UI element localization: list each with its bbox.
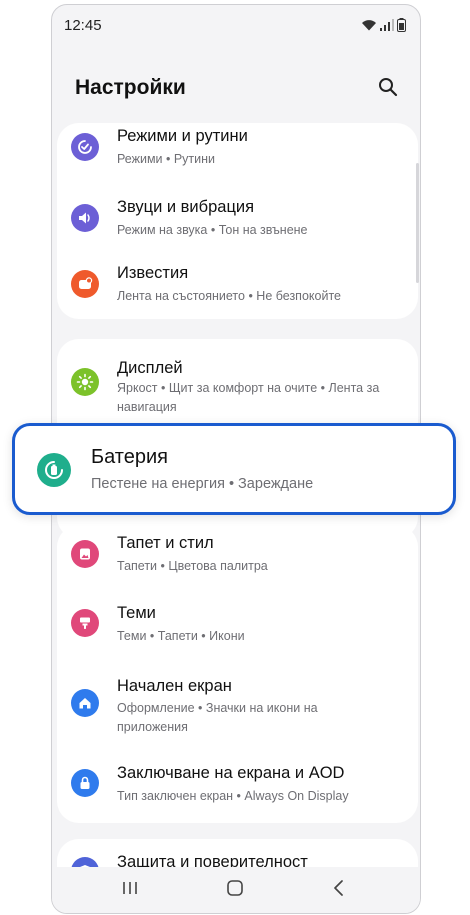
wifi-icon [361, 19, 377, 31]
settings-item-title: Заключване на екрана и AOD [117, 764, 345, 782]
settings-item-title: Звуци и вибрация [117, 198, 255, 216]
recent-apps-button[interactable] [115, 878, 145, 902]
settings-item-subtitle: Пестене на енергия • Зареждане [91, 476, 314, 492]
settings-item-subtitle: Тапети • Цветова палитра [117, 559, 268, 573]
home-button[interactable] [220, 878, 250, 902]
settings-item-title: Начален екран [117, 677, 232, 695]
battery-icon [37, 453, 71, 487]
back-icon [332, 879, 346, 902]
signal-icon [380, 19, 394, 31]
home-screen-icon [71, 689, 99, 717]
notifications-icon [71, 270, 99, 298]
settings-item-title: Дисплей [117, 359, 183, 377]
wallpaper-icon [71, 540, 99, 568]
settings-item-subtitle: Режими • Рутини [117, 152, 216, 166]
search-button[interactable] [374, 75, 402, 103]
settings-item-lock-screen[interactable]: Заключване на екрана и AOD Тип заключен … [57, 749, 418, 823]
settings-item-subtitle: Режим на звука • Тон на звънене [117, 223, 308, 237]
settings-item-title: Батерия [91, 446, 168, 468]
settings-item-title: Тапет и стил [117, 534, 214, 552]
settings-item-title: Теми [117, 604, 156, 622]
recent-apps-icon [121, 880, 139, 901]
status-time: 12:45 [64, 17, 102, 34]
lock-icon [71, 769, 99, 797]
settings-item-subtitle: Яркост • Щит за комфорт на очите • Лента… [117, 381, 380, 414]
home-icon [226, 879, 244, 902]
modes-routines-icon [71, 133, 99, 161]
scrollbar[interactable] [416, 163, 419, 283]
settings-item-title: Режими и рутини [117, 127, 248, 145]
settings-group-3: Тапет и стил Тапети • Цветова палитра Те… [57, 525, 418, 823]
settings-item-home-screen[interactable]: Начален екран Оформление • Значки на ико… [57, 665, 418, 749]
settings-item-battery[interactable]: Батерия Пестене на енергия • Зареждане [12, 423, 456, 515]
battery-status-icon [397, 18, 406, 32]
settings-group-1: Режими и рутини Режими • Рутини Звуци и … [57, 123, 418, 319]
page-title: Настройки [75, 76, 186, 99]
settings-item-display[interactable]: Дисплей Яркост • Щит за комфорт на очите… [57, 339, 418, 423]
settings-item-subtitle: Лента на състоянието • Не безпокойте [117, 289, 341, 303]
status-icons [361, 18, 406, 32]
settings-item-subtitle: Тип заключен екран • Always On Display [117, 789, 349, 803]
settings-item-themes[interactable]: Теми Теми • Тапети • Икони [57, 595, 418, 665]
navigation-bar [52, 867, 420, 913]
display-icon [71, 368, 99, 396]
sound-icon [71, 204, 99, 232]
settings-item-wallpaper[interactable]: Тапет и стил Тапети • Цветова палитра [57, 525, 418, 595]
search-icon [378, 77, 398, 102]
settings-item-notifications[interactable]: Известия Лента на състоянието • Не безпо… [57, 255, 418, 319]
themes-icon [71, 609, 99, 637]
status-bar: 12:45 [52, 5, 420, 45]
back-button[interactable] [324, 878, 354, 902]
settings-item-subtitle: Теми • Тапети • Икони [117, 629, 245, 643]
app-header: Настройки [52, 65, 420, 115]
settings-item-sounds[interactable]: Звуци и вибрация Режим на звука • Тон на… [57, 189, 418, 255]
settings-item-modes-routines[interactable]: Режими и рутини Режими • Рутини [57, 123, 418, 189]
settings-item-title: Известия [117, 264, 189, 282]
settings-item-subtitle: Оформление • Значки на икони на приложен… [117, 701, 318, 734]
